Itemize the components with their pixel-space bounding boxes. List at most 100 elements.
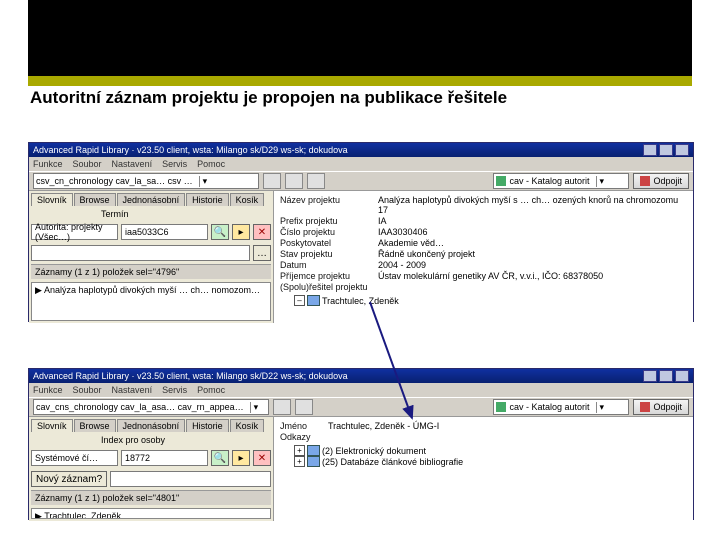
secondary-field[interactable] <box>31 245 250 261</box>
detail-panel-1: Název projektuAnalýza haplotypů divokých… <box>274 191 693 323</box>
toolbar-icon[interactable] <box>295 399 313 415</box>
plug-icon <box>640 402 650 412</box>
catalog-combo[interactable]: cav - Katalog autorit▾ <box>493 173 629 189</box>
toolbar-icon[interactable] <box>263 173 281 189</box>
toolbar-icon[interactable] <box>307 173 325 189</box>
book-icon <box>307 445 320 456</box>
minimize-button[interactable] <box>643 370 657 382</box>
toolbar-icon[interactable] <box>273 399 291 415</box>
secondary-field[interactable] <box>110 471 271 487</box>
clear-button[interactable]: ✕ <box>253 450 271 466</box>
tabstrip-2: Slovník Browse Jednonásobní Historie Kos… <box>31 419 271 432</box>
tab-browse[interactable]: Browse <box>74 419 116 432</box>
chevron-down-icon: ▾ <box>596 402 605 413</box>
search-button[interactable]: 🔍 <box>211 224 229 240</box>
toolbar-icon[interactable] <box>285 173 303 189</box>
menu-item[interactable]: Pomoc <box>197 159 225 169</box>
field-label: Číslo projektu <box>280 227 378 237</box>
toolbar-1: csv_cn_chronology cav_la_sa… csv …▾ cav … <box>29 171 693 191</box>
maximize-button[interactable] <box>659 370 673 382</box>
clear-button[interactable]: ✕ <box>253 224 271 240</box>
minimize-button[interactable] <box>643 144 657 156</box>
toolbar-2: cav_cns_chronology cav_la_asa… cav_rn_ap… <box>29 397 693 417</box>
titlebar-2[interactable]: Advanced Rapid Library · v23.50 client, … <box>29 369 693 383</box>
tab-kosik[interactable]: Kosík <box>230 193 265 206</box>
expand-icon[interactable]: – <box>294 295 305 306</box>
result-list-1[interactable]: ▶ Analýza haplotypů divokých myší … ch… … <box>31 282 271 321</box>
disconnect-button[interactable]: Odpojit <box>633 399 689 415</box>
left-panel-1: Slovník Browse Jednonásobní Historie Kos… <box>29 191 274 323</box>
tab-jednonasob[interactable]: Jednonásobní <box>117 193 186 206</box>
close-button[interactable] <box>675 370 689 382</box>
menu-item[interactable]: Pomoc <box>197 385 225 395</box>
field-value <box>378 282 687 292</box>
search-input[interactable]: iaa5033C6 <box>121 224 208 240</box>
field-value: 2004 - 2009 <box>378 260 687 270</box>
new-record-button[interactable]: Nový záznam? <box>31 471 107 487</box>
chevron-down-icon: ▾ <box>596 176 605 187</box>
tab-slovnik[interactable]: Slovník <box>31 419 73 432</box>
detail-panel-2: JménoTrachtulec, Zdeněk - ÚMG-I Odkazy +… <box>274 417 693 521</box>
menu-item[interactable]: Nastavení <box>112 159 153 169</box>
aux-button[interactable]: … <box>253 245 271 261</box>
db-combo[interactable]: csv_cn_chronology cav_la_sa… csv …▾ <box>33 173 259 189</box>
menu-item[interactable]: Funkce <box>33 159 63 169</box>
menubar-2[interactable]: Funkce Soubor Nastavení Servis Pomoc <box>29 383 693 397</box>
tab-jednonasob[interactable]: Jednonásobní <box>117 419 186 432</box>
tab-kosik[interactable]: Kosík <box>230 419 265 432</box>
index-combo[interactable]: Autorita: projekty (Všec…) <box>31 224 118 240</box>
tree-node-ref[interactable]: +(25) Databáze článkové bibliografie <box>294 456 687 467</box>
field-label: Prefix projektu <box>280 216 378 226</box>
field-value: Analýza haplotypů divokých myší s … ch… … <box>378 195 687 215</box>
expand-icon[interactable]: + <box>294 456 305 467</box>
field-label: Odkazy <box>280 432 328 442</box>
maximize-button[interactable] <box>659 144 673 156</box>
book-icon <box>307 295 320 306</box>
index-label: Index pro osoby <box>101 435 271 445</box>
book-icon <box>496 176 506 186</box>
list-item[interactable]: ▶ Trachtulec, Zdeněk <box>35 511 267 519</box>
options-button[interactable]: ▸ <box>232 224 250 240</box>
menu-item[interactable]: Soubor <box>73 385 102 395</box>
field-label: Jméno <box>280 421 328 431</box>
menu-item[interactable]: Nastavení <box>112 385 153 395</box>
field-value: IA <box>378 216 687 226</box>
field-value: IAA3030406 <box>378 227 687 237</box>
menu-item[interactable]: Servis <box>162 159 187 169</box>
menu-item[interactable]: Soubor <box>73 159 102 169</box>
tab-browse[interactable]: Browse <box>74 193 116 206</box>
menubar-1[interactable]: Funkce Soubor Nastavení Servis Pomoc <box>29 157 693 171</box>
field-label: Příjemce projektu <box>280 271 378 281</box>
tab-historie[interactable]: Historie <box>186 193 229 206</box>
menu-item[interactable]: Servis <box>162 385 187 395</box>
chevron-down-icon: ▾ <box>250 402 259 413</box>
field-label: Poskytovatel <box>280 238 378 248</box>
refs-tree: +(2) Elektronický dokument +(25) Databáz… <box>280 445 687 467</box>
tree-node-ref[interactable]: +(2) Elektronický dokument <box>294 445 687 456</box>
search-button[interactable]: 🔍 <box>211 450 229 466</box>
result-list-2[interactable]: ▶ Trachtulec, Zdeněk <box>31 508 271 519</box>
window-title-1: Advanced Rapid Library · v23.50 client, … <box>33 145 348 155</box>
field-value: Akademie věd… <box>378 238 687 248</box>
tree-node-researcher[interactable]: –Trachtulec, Zdeněk <box>294 295 687 306</box>
expand-icon[interactable]: + <box>294 445 305 456</box>
field-label: Datum <box>280 260 378 270</box>
field-label: (Spolu)řešitel projektu <box>280 282 378 292</box>
disconnect-button[interactable]: Odpojit <box>633 173 689 189</box>
tab-historie[interactable]: Historie <box>186 419 229 432</box>
search-input[interactable]: 18772 <box>121 450 208 466</box>
options-button[interactable]: ▸ <box>232 450 250 466</box>
plug-icon <box>640 176 650 186</box>
list-item[interactable]: ▶ Analýza haplotypů divokých myší … ch… … <box>35 285 267 296</box>
window-title-2: Advanced Rapid Library · v23.50 client, … <box>33 371 348 381</box>
tab-slovnik[interactable]: Slovník <box>31 193 73 206</box>
titlebar-1[interactable]: Advanced Rapid Library · v23.50 client, … <box>29 143 693 157</box>
index-combo[interactable]: Systémové čí… <box>31 450 118 466</box>
left-status-2: Záznamy (1 z 1) položek sel="4801" <box>31 490 271 505</box>
left-status-1: Záznamy (1 z 1) položek sel="4796" <box>31 264 271 279</box>
menu-item[interactable]: Funkce <box>33 385 63 395</box>
db-combo[interactable]: cav_cns_chronology cav_la_asa… cav_rn_ap… <box>33 399 269 415</box>
close-button[interactable] <box>675 144 689 156</box>
book-icon <box>496 402 506 412</box>
catalog-combo[interactable]: cav - Katalog autorit▾ <box>493 399 629 415</box>
